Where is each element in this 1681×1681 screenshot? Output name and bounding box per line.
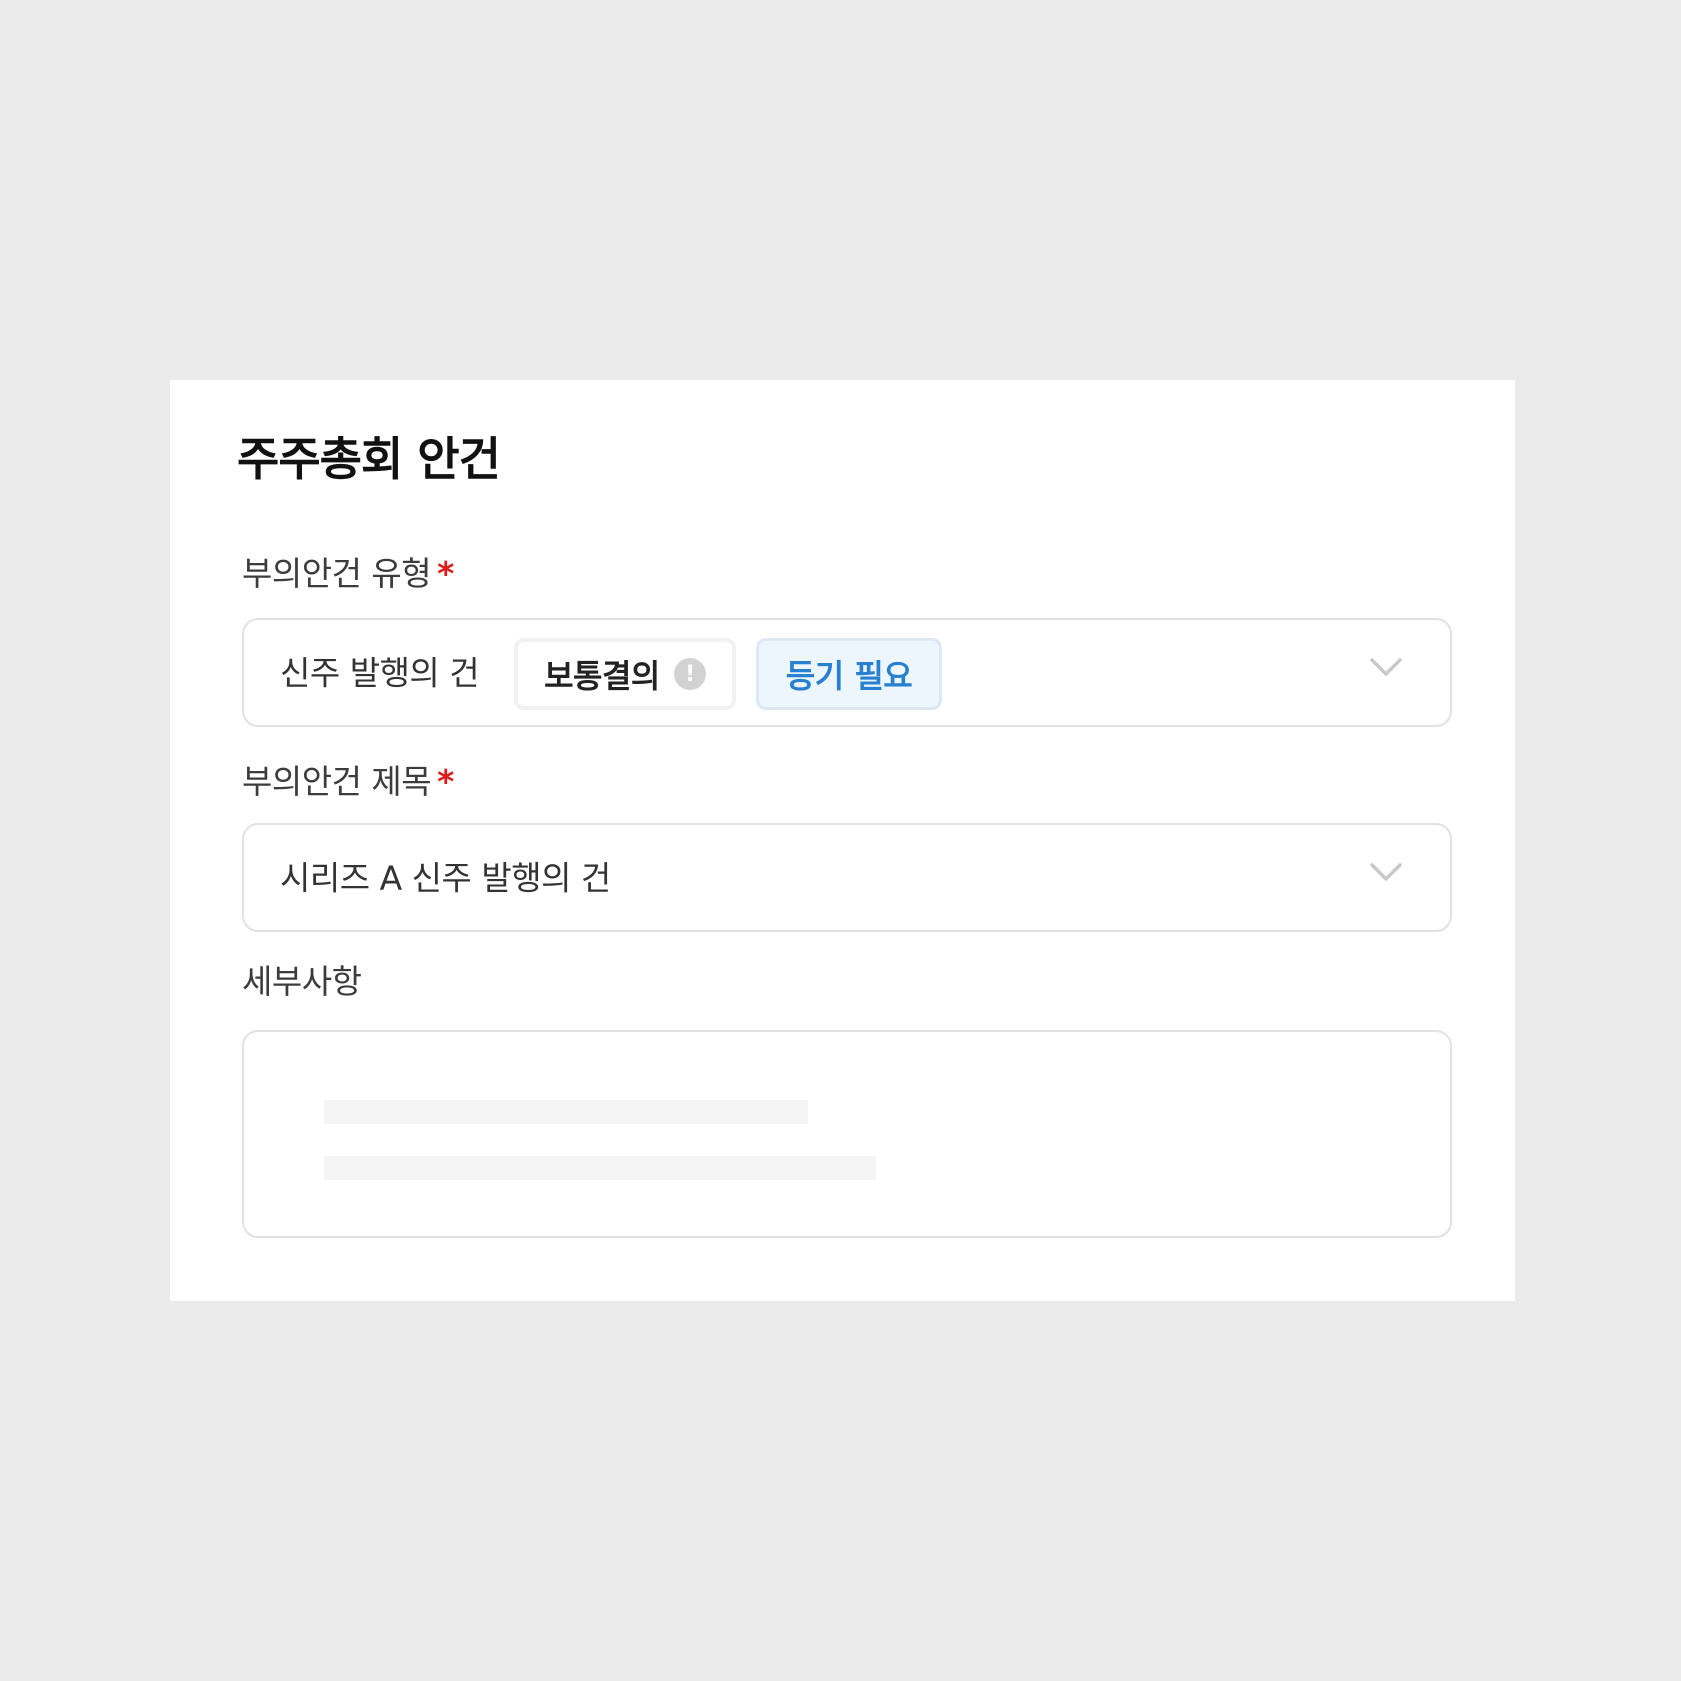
- required-mark: *: [437, 554, 454, 593]
- resolution-type-chip-label: 보통결의: [544, 657, 660, 695]
- agenda-title-label: 부의안건 제목 *: [242, 765, 454, 798]
- agenda-title-label-text: 부의안건 제목: [242, 762, 432, 801]
- registry-required-chip: 등기 필요: [756, 638, 942, 710]
- agenda-type-select[interactable]: 신주 발행의 건 보통결의 ! 등기 필요: [242, 618, 1452, 727]
- agenda-title-select[interactable]: 시리즈 A 신주 발행의 건: [242, 823, 1452, 932]
- resolution-type-chip: 보통결의 !: [514, 638, 736, 710]
- info-icon[interactable]: !: [673, 658, 706, 690]
- details-textarea[interactable]: [242, 1030, 1452, 1238]
- agenda-card: 주주총회 안건 부의안건 유형 * 신주 발행의 건 보통결의 ! 등기 필요 부…: [170, 380, 1515, 1301]
- chevron-down-icon[interactable]: [1368, 649, 1404, 685]
- details-label: 세부사항: [242, 962, 362, 1001]
- agenda-type-value: 신주 발행의 건: [280, 653, 480, 692]
- placeholder-line: [324, 1156, 876, 1180]
- placeholder-line: [324, 1100, 808, 1124]
- chevron-down-icon[interactable]: [1368, 854, 1404, 890]
- registry-required-chip-label: 등기 필요: [785, 657, 913, 695]
- agenda-type-label: 부의안건 유형 *: [242, 557, 454, 590]
- agenda-title-value: 시리즈 A 신주 발행의 건: [280, 858, 611, 897]
- card-title: 주주총회 안건: [237, 432, 501, 486]
- agenda-type-label-text: 부의안건 유형: [242, 554, 432, 593]
- required-mark: *: [437, 762, 454, 801]
